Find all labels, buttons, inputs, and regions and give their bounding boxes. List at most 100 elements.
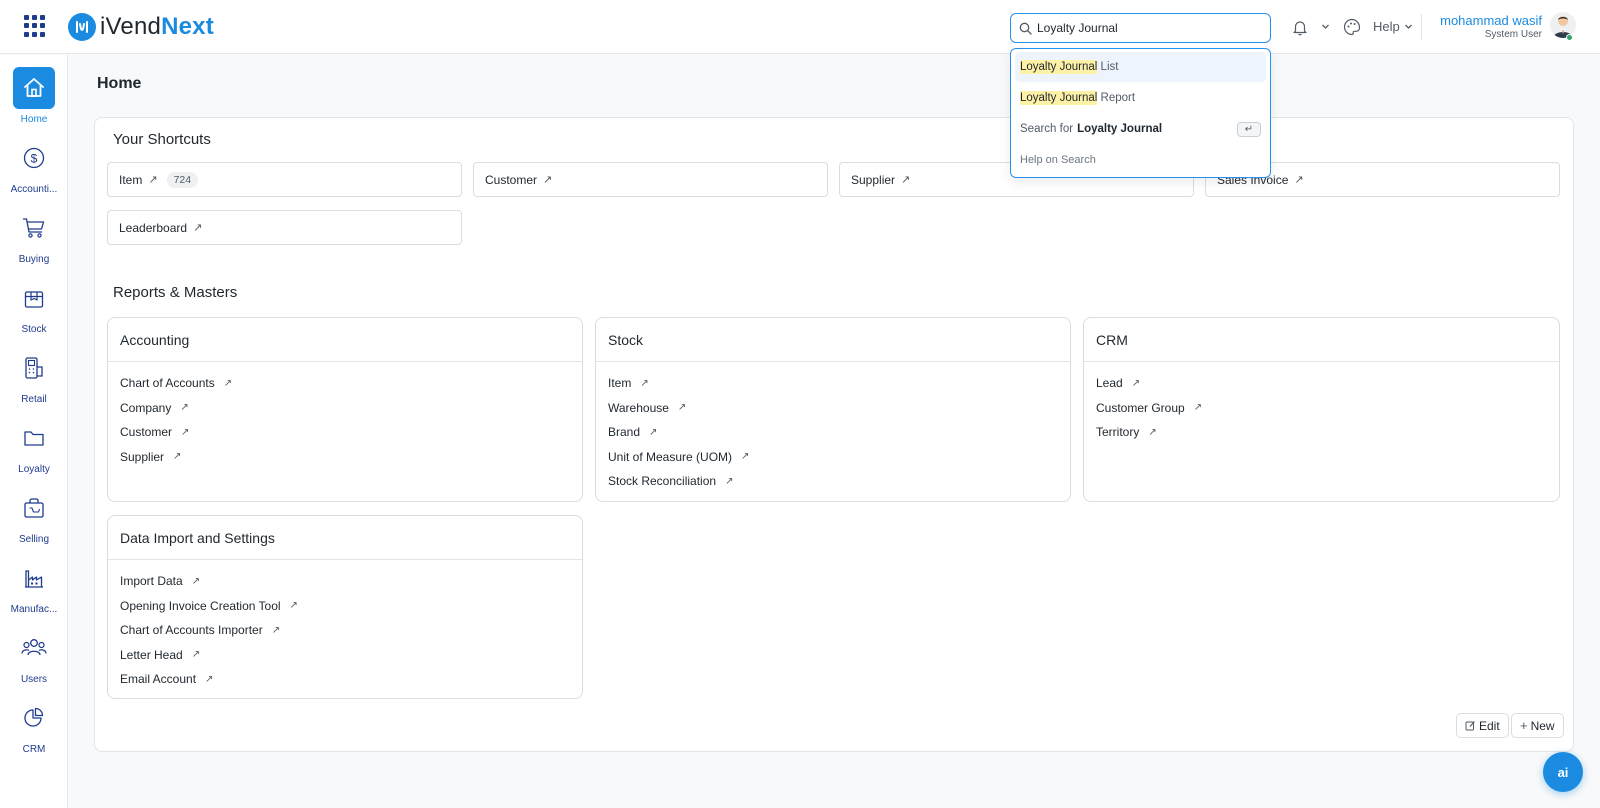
- card-data-import-settings: Data Import and Settings Import Data ↗ Op…: [107, 515, 583, 699]
- card-title: Accounting: [108, 318, 582, 362]
- search-input[interactable]: [1037, 21, 1257, 35]
- help-menu[interactable]: Help: [1373, 19, 1413, 34]
- sidebar-item-selling[interactable]: Selling: [0, 487, 68, 553]
- link-supplier[interactable]: Supplier ↗: [120, 445, 570, 470]
- factory-icon: [13, 557, 55, 599]
- card-title: Data Import and Settings: [108, 516, 582, 560]
- app-logo[interactable]: iVendNext: [68, 12, 214, 42]
- apps-grid-icon[interactable]: [24, 15, 46, 37]
- sidebar-item-retail[interactable]: Retail: [0, 347, 68, 413]
- user-name: mohammad wasif: [1440, 13, 1542, 28]
- arrow-up-right-icon: ↗: [725, 475, 734, 487]
- link-territory[interactable]: Territory ↗: [1096, 420, 1547, 445]
- link-coa-importer[interactable]: Chart of Accounts Importer ↗: [120, 618, 570, 643]
- page-title: Home: [97, 75, 142, 92]
- online-status-dot: [1566, 34, 1573, 41]
- card-title: CRM: [1084, 318, 1559, 362]
- count-badge: 724: [166, 171, 199, 188]
- box-icon: [13, 277, 55, 319]
- shortcuts-heading: Your Shortcuts: [113, 131, 211, 148]
- link-customer-group[interactable]: Customer Group ↗: [1096, 396, 1547, 421]
- arrow-up-right-icon: ↗: [640, 377, 649, 389]
- arrow-up-right-icon: ↗: [191, 575, 201, 587]
- sidebar-item-home[interactable]: Home: [0, 67, 68, 133]
- help-on-search[interactable]: Help on Search: [1015, 145, 1266, 175]
- user-role: System User: [1484, 29, 1542, 40]
- sidebar-item-manufacturing[interactable]: Manufac...: [0, 557, 68, 623]
- sidebar-item-accounting[interactable]: $ Accounti...: [0, 137, 68, 203]
- workspace-card: Your Shortcuts Item ↗ 724 Customer ↗ Suppl…: [94, 117, 1574, 752]
- palette-icon[interactable]: [1343, 18, 1361, 36]
- sidebar-item-users[interactable]: Users: [0, 627, 68, 693]
- cart-icon: [13, 207, 55, 249]
- arrow-up-right-icon: ↗: [901, 174, 911, 186]
- link-item[interactable]: Item ↗: [608, 371, 1058, 396]
- search-result-report[interactable]: Loyalty Journal Report: [1015, 83, 1266, 113]
- arrow-up-right-icon: ↗: [741, 451, 750, 463]
- link-warehouse[interactable]: Warehouse ↗: [608, 396, 1058, 421]
- search-for-option[interactable]: Search for Loyalty Journal ↵: [1015, 114, 1266, 144]
- avatar[interactable]: [1550, 12, 1576, 38]
- edit-icon: [1465, 721, 1475, 731]
- arrow-up-right-icon: ↗: [1193, 402, 1203, 414]
- arrow-up-right-icon: ↗: [677, 402, 687, 414]
- logo-mark-icon: [68, 13, 96, 41]
- card-crm: CRM Lead ↗ Customer Group ↗ Territory ↗: [1083, 317, 1560, 502]
- arrow-up-right-icon: ↗: [193, 222, 203, 234]
- sidebar-item-stock[interactable]: Stock: [0, 277, 68, 343]
- shortcut-item[interactable]: Item ↗ 724: [107, 162, 462, 197]
- shortcut-customer[interactable]: Customer ↗: [473, 162, 828, 197]
- shopping-bag-icon: [13, 487, 55, 529]
- link-uom[interactable]: Unit of Measure (UOM) ↗: [608, 445, 1058, 470]
- svg-text:$: $: [31, 152, 38, 166]
- arrow-up-right-icon: ↗: [649, 426, 658, 438]
- top-navbar: iVendNext Help mohammad wasif System Use…: [0, 0, 1600, 54]
- arrow-up-right-icon: ↗: [271, 624, 281, 636]
- link-brand[interactable]: Brand ↗: [608, 420, 1058, 445]
- enter-key-icon: ↵: [1237, 121, 1261, 137]
- link-lead[interactable]: Lead ↗: [1096, 371, 1547, 396]
- pie-chart-icon: [13, 697, 55, 739]
- arrow-up-right-icon: ↗: [191, 649, 201, 661]
- user-menu[interactable]: mohammad wasif System User: [1430, 13, 1542, 40]
- card-accounting: Accounting Chart of Accounts ↗ Company ↗ C…: [107, 317, 583, 502]
- arrow-up-right-icon: ↗: [543, 174, 553, 186]
- link-import-data[interactable]: Import Data ↗: [120, 569, 570, 594]
- link-email-account[interactable]: Email Account ↗: [120, 667, 570, 692]
- shortcut-leaderboard[interactable]: Leaderboard ↗: [107, 210, 462, 245]
- folder-icon: [13, 417, 55, 459]
- link-letter-head[interactable]: Letter Head ↗: [120, 643, 570, 668]
- sidebar: Home $ Accounti... Buying Stock Retail L…: [0, 55, 68, 808]
- new-button[interactable]: + New: [1511, 713, 1564, 738]
- ai-assistant-button[interactable]: ai: [1543, 752, 1583, 792]
- arrow-up-right-icon: ↗: [180, 402, 189, 414]
- search-icon: [1019, 22, 1032, 35]
- search-result-list[interactable]: Loyalty Journal List: [1015, 52, 1266, 82]
- card-stock: Stock Item ↗ Warehouse ↗ Brand ↗ Unit of Me…: [595, 317, 1071, 502]
- arrow-up-right-icon: ↗: [205, 673, 214, 685]
- users-icon: [13, 627, 55, 669]
- arrow-up-right-icon: ↗: [223, 377, 233, 389]
- link-chart-of-accounts[interactable]: Chart of Accounts ↗: [120, 371, 570, 396]
- link-opening-invoice-tool[interactable]: Opening Invoice Creation Tool ↗: [120, 594, 570, 619]
- sidebar-item-crm[interactable]: CRM: [0, 697, 68, 763]
- card-title: Stock: [596, 318, 1070, 362]
- link-stock-reconciliation[interactable]: Stock Reconciliation ↗: [608, 469, 1058, 494]
- pos-terminal-icon: [13, 347, 55, 389]
- link-company[interactable]: Company ↗: [120, 396, 570, 421]
- home-icon: [13, 67, 55, 109]
- notification-bell-icon[interactable]: [1292, 19, 1308, 36]
- search-bar[interactable]: [1010, 13, 1271, 43]
- chevron-down-icon[interactable]: [1321, 22, 1330, 31]
- link-customer[interactable]: Customer ↗: [120, 420, 570, 445]
- chevron-down-icon: [1404, 24, 1412, 29]
- arrow-up-right-icon: ↗: [173, 451, 182, 463]
- search-dropdown: Loyalty Journal List Loyalty Journal Rep…: [1010, 48, 1271, 178]
- edit-button[interactable]: Edit: [1456, 713, 1509, 738]
- logo-text: iVendNext: [100, 13, 214, 40]
- nav-divider: [1421, 14, 1422, 40]
- sidebar-item-loyalty[interactable]: Loyalty: [0, 417, 68, 483]
- dollar-circle-icon: $: [13, 137, 55, 179]
- plus-icon: +: [1520, 718, 1528, 733]
- sidebar-item-buying[interactable]: Buying: [0, 207, 68, 273]
